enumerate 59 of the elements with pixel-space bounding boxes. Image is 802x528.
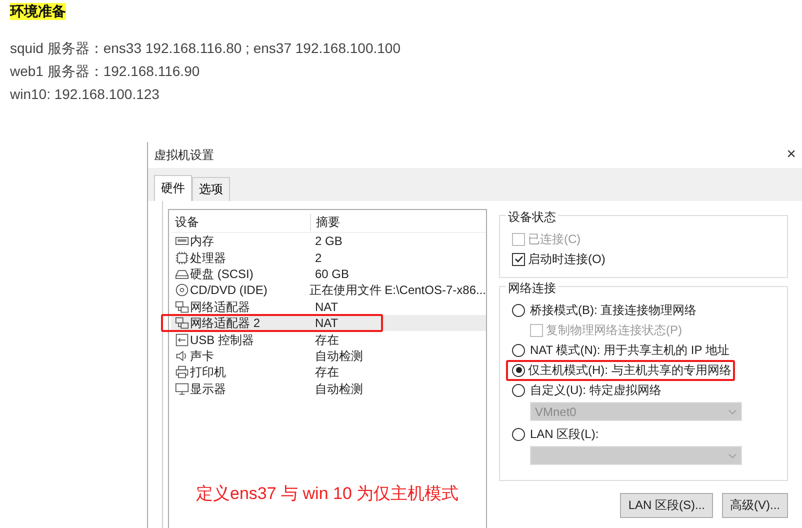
window-title: 虚拟机设置 — [154, 146, 214, 164]
speaker-icon — [175, 348, 189, 363]
close-button[interactable]: × — [780, 146, 802, 164]
tab[interactable]: 选项 — [192, 177, 230, 201]
option-label: LAN 区段(L): — [529, 426, 600, 442]
table-cell-text: 正在使用文件 E:\CentOS-7-x86... — [308, 282, 486, 298]
monitor-icon — [175, 382, 189, 396]
device-name: 打印机 — [190, 364, 226, 380]
chevron-icon — [728, 452, 737, 458]
column-header: 设备 — [171, 214, 311, 230]
device-name: USB 控制器 — [190, 332, 254, 348]
button[interactable]: 高级(V)... — [722, 493, 788, 518]
text-line: squid 服务器：ens33 192.168.116.80 ; ens37 192.168.100.100 — [10, 39, 402, 58]
table-cell-text: 2 GB — [314, 233, 342, 250]
chip-icon — [175, 250, 189, 265]
annotation-text: 定义ens37 与 win 10 为仅主机模式 — [196, 483, 459, 505]
option-label: 仅主机模式(H): 与主机共享的专用网络 — [506, 360, 736, 380]
text-line: win10: 192.168.100.123 — [10, 85, 160, 104]
option-label: NAT 模式(N): 用于共享主机的 IP 地址 — [529, 342, 730, 358]
usb-icon — [175, 332, 189, 347]
table-cell-text: 60 GB — [314, 266, 350, 282]
text-line: web1 服务器：192.168.116.90 — [10, 62, 201, 81]
table-cell-text: NAT — [314, 298, 338, 315]
tab[interactable]: 硬件 — [154, 175, 192, 201]
table-cell-text: 存在 — [314, 364, 339, 380]
option-label: 桥接模式(B): 直接连接物理网络 — [529, 302, 698, 318]
checkbox[interactable] — [512, 252, 525, 266]
printer-icon — [175, 365, 189, 380]
network-icon — [175, 300, 189, 314]
device-name: 处理器 — [190, 250, 226, 266]
option-label: 自定义(U): 特定虚拟网络 — [529, 382, 662, 398]
heading: 环境准备 — [10, 3, 66, 20]
device-name: 显示器 — [190, 380, 226, 397]
disc-icon — [175, 283, 189, 298]
device-name: CD/DVD (IDE) — [190, 282, 268, 298]
network-icon — [175, 316, 189, 330]
option-label: 复制物理网络连接状态(P) — [546, 322, 682, 338]
device-name: 硬盘 (SCSI) — [190, 266, 254, 282]
radio-button[interactable] — [512, 304, 525, 316]
column-header: 摘要 — [315, 214, 340, 230]
table-cell-text: 存在 — [314, 332, 339, 348]
table-cell-text: 2 — [314, 250, 322, 266]
radio-button[interactable] — [512, 428, 525, 440]
device-name: 网络适配器 — [190, 298, 250, 315]
chevron-icon — [728, 408, 737, 414]
option-label: 已连接(C) — [528, 230, 581, 248]
table-cell-text: 自动检测 — [314, 380, 363, 397]
option-label: 启动时连接(O) — [528, 250, 606, 268]
button[interactable]: LAN 区段(S)... — [620, 493, 713, 518]
device-name: 网络适配器 2 — [190, 315, 260, 332]
device-name: 声卡 — [190, 348, 214, 364]
group-title: 设备状态 — [506, 209, 558, 226]
table-cell-text: 自动检测 — [314, 348, 363, 364]
radio-button[interactable] — [512, 384, 525, 396]
table-cell-text: NAT — [314, 315, 338, 332]
group-title: 网络连接 — [506, 280, 558, 297]
radio-button[interactable] — [512, 364, 525, 376]
radio-button[interactable] — [512, 344, 525, 356]
device-name: 内存 — [190, 233, 214, 250]
